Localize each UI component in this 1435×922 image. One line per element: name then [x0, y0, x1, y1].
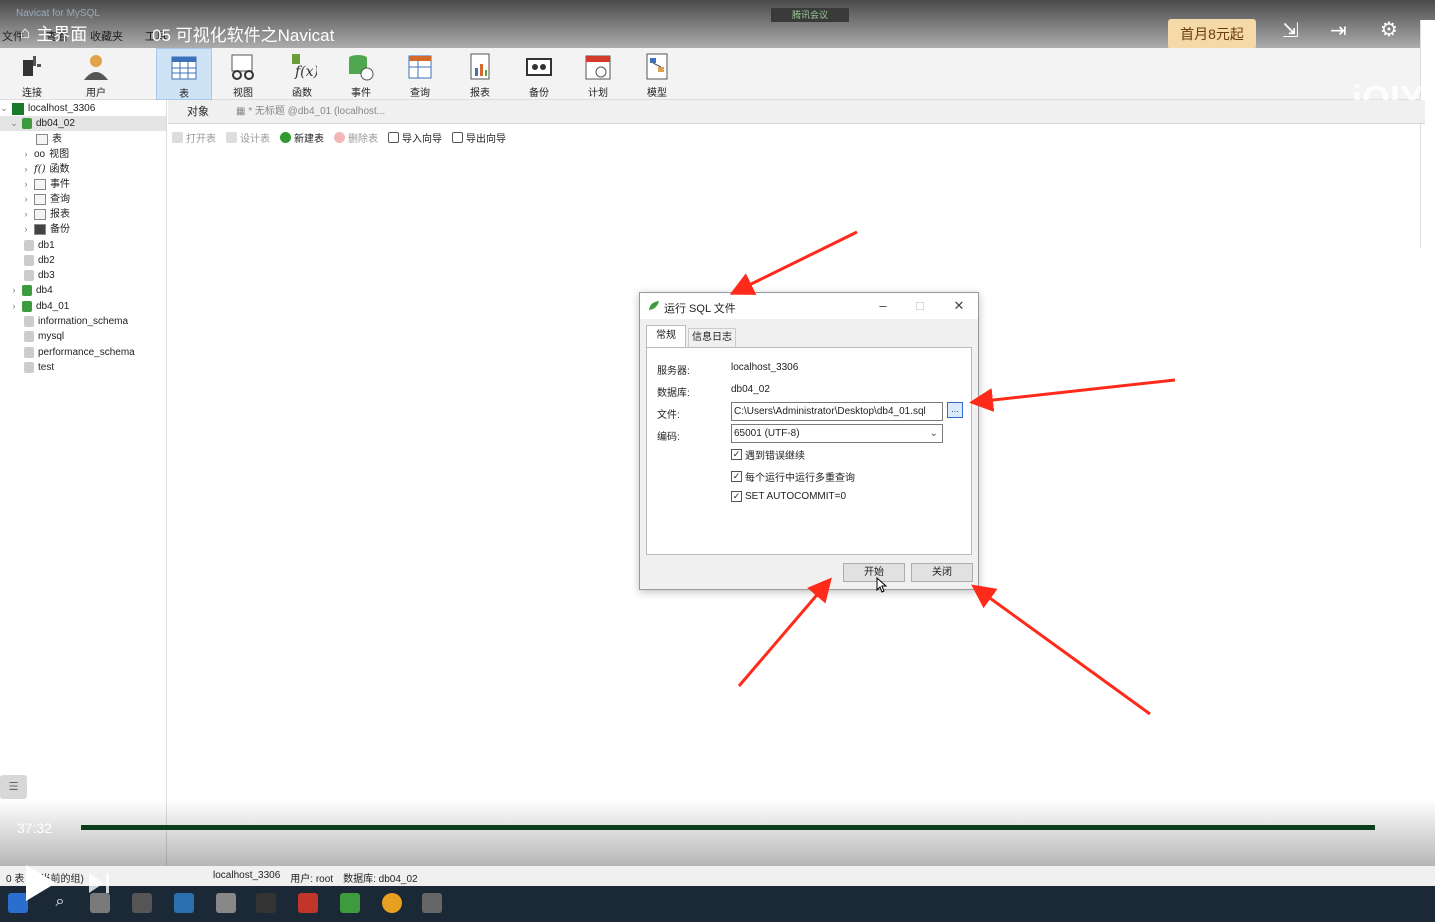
- status-user: 用户: root: [290, 874, 334, 885]
- arrow-to-close: [971, 584, 1151, 716]
- arrow-to-title: [729, 230, 858, 295]
- arrow-to-start: [737, 577, 832, 687]
- progress-bar[interactable]: [81, 825, 1375, 830]
- arrow-to-browse: [969, 378, 1176, 412]
- status-bar: 0 表 (在当前的组) localhost_3306 用户: root 数据库:…: [0, 866, 1435, 886]
- taskbar-app-icon[interactable]: [422, 893, 442, 913]
- status-database: 数据库: db04_02: [343, 874, 418, 885]
- status-connection: localhost_3306: [213, 870, 281, 881]
- taskbar-app-icon[interactable]: [256, 893, 276, 913]
- taskbar-app-icon[interactable]: [90, 893, 110, 913]
- windows-taskbar: ⌕: [0, 886, 1435, 922]
- next-icon[interactable]: [86, 870, 112, 896]
- chrome-icon[interactable]: [382, 893, 402, 913]
- taskbar-app-icon[interactable]: [298, 893, 318, 913]
- play-icon[interactable]: [16, 860, 62, 906]
- navicat-taskbar-icon[interactable]: [340, 893, 360, 913]
- taskbar-app-icon[interactable]: [216, 893, 236, 913]
- playback-time: 37:32: [17, 820, 53, 836]
- annotation-arrows: [729, 230, 1176, 716]
- progress-fill: [81, 825, 1369, 830]
- taskbar-app-icon[interactable]: [132, 893, 152, 913]
- danmaku-icon[interactable]: ☰: [0, 775, 27, 799]
- status-connection-info: localhost_3306 用户: root 数据库: db04_02: [213, 870, 418, 885]
- taskbar-app-icon[interactable]: [174, 893, 194, 913]
